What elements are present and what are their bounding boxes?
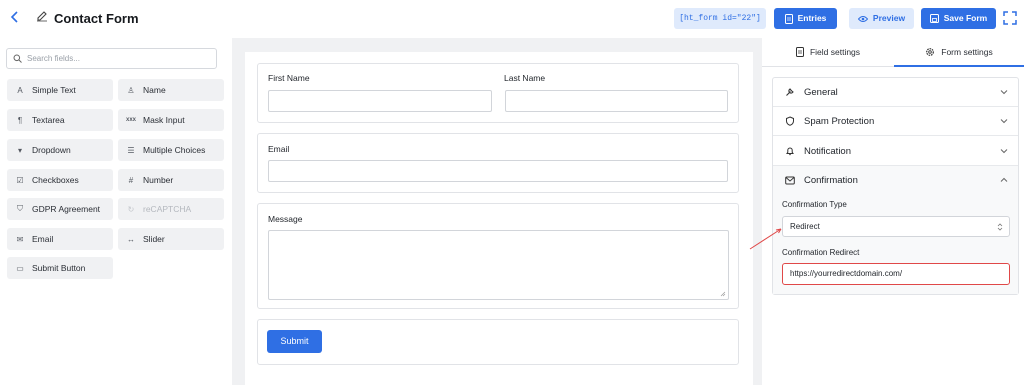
field-item[interactable]: ↔ Slider — [118, 228, 224, 250]
field-item[interactable]: ♙ Name — [118, 79, 224, 101]
shield-icon: ⛉ — [17, 204, 23, 213]
field-item-label: Email — [32, 234, 54, 244]
confirmation-redirect-label: Confirmation Redirect — [782, 248, 860, 257]
select-arrows-icon — [997, 223, 1003, 231]
text-icon: A — [17, 85, 23, 95]
preview-button[interactable]: Preview — [849, 8, 914, 29]
mail-icon — [785, 176, 795, 185]
field-item[interactable]: ▾ Dropdown — [7, 139, 113, 161]
checkbox-icon: ☑ — [16, 175, 24, 185]
section-spam-label: Spam Protection — [804, 115, 875, 127]
section-confirmation[interactable]: Confirmation — [773, 166, 1018, 195]
field-item-label: Name — [143, 85, 166, 95]
gear-icon — [926, 47, 935, 56]
field-item[interactable]: ☰ Multiple Choices — [118, 139, 224, 161]
last-name-label: Last Name — [504, 73, 546, 83]
resize-handle-icon[interactable] — [720, 291, 726, 297]
field-item[interactable]: ¶ Textarea — [7, 109, 113, 131]
chevron-down-icon — [1000, 119, 1008, 124]
field-item-label: GDPR Agreement — [32, 204, 101, 214]
field-item[interactable]: # Number — [118, 169, 224, 191]
list-icon: ☰ — [127, 145, 135, 155]
field-item-label: Slider — [143, 234, 165, 244]
section-general[interactable]: General — [773, 78, 1018, 107]
first-name-label: First Name — [268, 73, 310, 83]
confirmation-redirect-input[interactable]: https://yourredirectdomain.com/ — [782, 263, 1010, 285]
email-label: Email — [268, 144, 290, 154]
tab-field-settings-label: Field settings — [809, 47, 861, 57]
entries-button[interactable]: Entries — [774, 8, 837, 29]
search-field-box — [6, 48, 217, 69]
back-chevron-icon[interactable] — [8, 10, 22, 26]
entries-label: Entries — [797, 13, 827, 23]
save-form-label: Save Form — [943, 13, 988, 23]
user-icon: ♙ — [127, 85, 135, 95]
chevron-down-icon — [1000, 90, 1008, 95]
document-icon — [784, 13, 793, 24]
field-item[interactable]: ⛉ GDPR Agreement — [7, 198, 113, 220]
email-input[interactable] — [268, 160, 728, 182]
edit-icon[interactable] — [36, 10, 50, 26]
field-item-label: Submit Button — [32, 263, 86, 273]
field-item-label: Multiple Choices — [143, 145, 206, 155]
recaptcha-icon: ↻ — [127, 204, 135, 214]
section-spam-protection[interactable]: Spam Protection — [773, 107, 1018, 136]
tab-form-settings-label: Form settings — [941, 46, 993, 57]
preview-label: Preview — [872, 13, 906, 23]
field-item[interactable]: xxx Mask Input — [118, 109, 224, 131]
page-title: Contact Form — [54, 11, 139, 26]
field-item-label: Dropdown — [32, 145, 71, 155]
chevron-down-icon — [1000, 149, 1008, 154]
wrench-icon — [786, 88, 794, 96]
shortcode-badge[interactable]: [ht_form id="22"] — [674, 8, 766, 29]
section-general-label: General — [804, 86, 838, 98]
field-item-label: reCAPTCHA — [143, 204, 192, 214]
section-notification[interactable]: Notification — [773, 137, 1018, 166]
document-icon — [795, 47, 804, 57]
hash-icon: # — [128, 175, 134, 185]
fullscreen-icon[interactable] — [1003, 11, 1017, 25]
save-icon — [929, 14, 939, 23]
button-icon: ▭ — [16, 263, 24, 273]
field-item-label: Textarea — [32, 115, 65, 125]
submit-card[interactable] — [257, 319, 739, 365]
mask-icon: xxx — [126, 117, 137, 123]
confirmation-type-select[interactable]: Redirect — [782, 216, 1010, 237]
confirmation-type-label: Confirmation Type — [782, 200, 847, 209]
eye-icon — [857, 15, 868, 22]
confirmation-type-value: Redirect — [790, 222, 820, 231]
field-item[interactable]: A Simple Text — [7, 79, 113, 101]
tab-field-settings[interactable]: Field settings — [762, 38, 894, 67]
search-input[interactable] — [27, 51, 212, 66]
submit-button[interactable]: Submit — [267, 330, 322, 353]
field-item-label: Checkboxes — [32, 175, 79, 185]
tab-form-settings[interactable]: Form settings — [894, 38, 1024, 67]
section-notification-label: Notification — [804, 145, 851, 157]
save-form-button[interactable]: Save Form — [921, 8, 996, 29]
field-item-label: Simple Text — [32, 85, 76, 95]
chevron-up-icon — [1000, 177, 1008, 182]
field-item-label: Mask Input — [143, 115, 185, 125]
first-name-input[interactable] — [268, 90, 492, 112]
mail-icon: ✉ — [16, 234, 24, 244]
bell-icon — [786, 147, 794, 156]
message-label: Message — [268, 214, 303, 224]
slider-icon: ↔ — [127, 234, 135, 244]
field-item[interactable]: ▭ Submit Button — [7, 257, 113, 279]
section-confirmation-label: Confirmation — [804, 175, 858, 186]
dropdown-icon: ▾ — [17, 145, 22, 155]
last-name-input[interactable] — [505, 90, 728, 112]
field-item[interactable]: ✉ Email — [7, 228, 113, 250]
field-item-label: Number — [143, 175, 174, 185]
search-icon — [13, 54, 22, 65]
shield-icon — [786, 116, 794, 126]
field-item: ↻ reCAPTCHA — [118, 198, 224, 220]
field-item[interactable]: ☑ Checkboxes — [7, 169, 113, 191]
paragraph-icon: ¶ — [17, 115, 23, 125]
annotation-arrow — [749, 228, 782, 250]
message-textarea[interactable] — [268, 230, 729, 300]
